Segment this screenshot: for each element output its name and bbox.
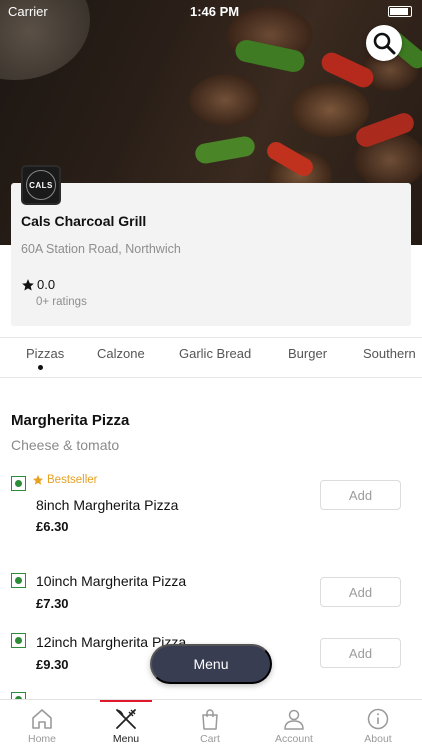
item-price: £6.30 xyxy=(36,519,69,534)
item-price: £7.30 xyxy=(36,596,69,611)
tab-label: About xyxy=(364,733,392,745)
home-icon xyxy=(32,709,52,729)
account-icon xyxy=(284,709,304,730)
search-icon xyxy=(373,32,396,55)
tab-menu[interactable]: Menu xyxy=(84,700,168,750)
restaurant-address: 60A Station Road, Northwich xyxy=(21,242,181,256)
restaurant-menu-screen: Carrier 1:46 PM CALS Cals Charcoal Grill… xyxy=(0,0,422,750)
tab-label: Cart xyxy=(200,733,220,745)
veg-icon xyxy=(11,573,26,588)
restaurant-logo: CALS xyxy=(21,165,61,205)
bestseller-label: Bestseller xyxy=(47,474,98,486)
star-icon xyxy=(33,475,43,485)
add-button[interactable]: Add xyxy=(320,638,401,668)
item-name: 10inch Margherita Pizza xyxy=(36,573,187,589)
selected-category-indicator xyxy=(38,365,43,370)
tab-cart[interactable]: Cart xyxy=(168,700,252,750)
category-tab-southern[interactable]: Southern xyxy=(363,346,416,361)
item-price: £9.30 xyxy=(36,657,69,672)
bottom-tab-bar: Home Menu Cart Account About xyxy=(0,699,422,750)
category-tab-pizzas[interactable]: Pizzas xyxy=(26,346,64,361)
tab-about[interactable]: About xyxy=(336,700,420,750)
veg-icon xyxy=(11,476,26,491)
shopping-bag-icon xyxy=(202,709,218,730)
search-button[interactable] xyxy=(366,25,402,61)
add-button[interactable]: Add xyxy=(320,577,401,607)
category-tab-garlic-bread[interactable]: Garlic Bread xyxy=(179,346,251,361)
item-name: 8inch Margherita Pizza xyxy=(36,497,179,513)
bestseller-badge: Bestseller xyxy=(32,474,98,486)
fork-knife-icon xyxy=(116,709,136,729)
battery-icon xyxy=(388,6,412,17)
time-label: 1:46 PM xyxy=(190,4,240,19)
star-icon xyxy=(22,278,34,291)
category-tab-calzone[interactable]: Calzone xyxy=(97,346,145,361)
category-tab-burger[interactable]: Burger xyxy=(288,346,327,361)
section-title: Margherita Pizza xyxy=(11,412,130,429)
add-button[interactable]: Add xyxy=(320,480,401,510)
info-icon xyxy=(367,708,389,730)
tab-label: Account xyxy=(275,733,313,745)
ratings-count: 0+ ratings xyxy=(36,296,87,308)
veg-icon xyxy=(11,633,26,648)
section-subtitle: Cheese & tomato xyxy=(11,437,120,453)
category-tabs: Pizzas Calzone Garlic Bread Burger South… xyxy=(0,337,422,378)
carrier-label: Carrier xyxy=(8,4,48,19)
menu-button[interactable]: Menu xyxy=(150,644,272,684)
restaurant-name: Cals Charcoal Grill xyxy=(21,213,147,229)
logo-text: CALS xyxy=(29,180,53,190)
rating: 0.0 xyxy=(21,277,55,292)
rating-value: 0.0 xyxy=(37,277,56,292)
tab-home[interactable]: Home xyxy=(0,700,84,750)
tab-label: Menu xyxy=(112,733,140,745)
status-bar: Carrier 1:46 PM xyxy=(0,0,422,22)
tab-account[interactable]: Account xyxy=(252,700,336,750)
tab-label: Home xyxy=(27,733,56,745)
